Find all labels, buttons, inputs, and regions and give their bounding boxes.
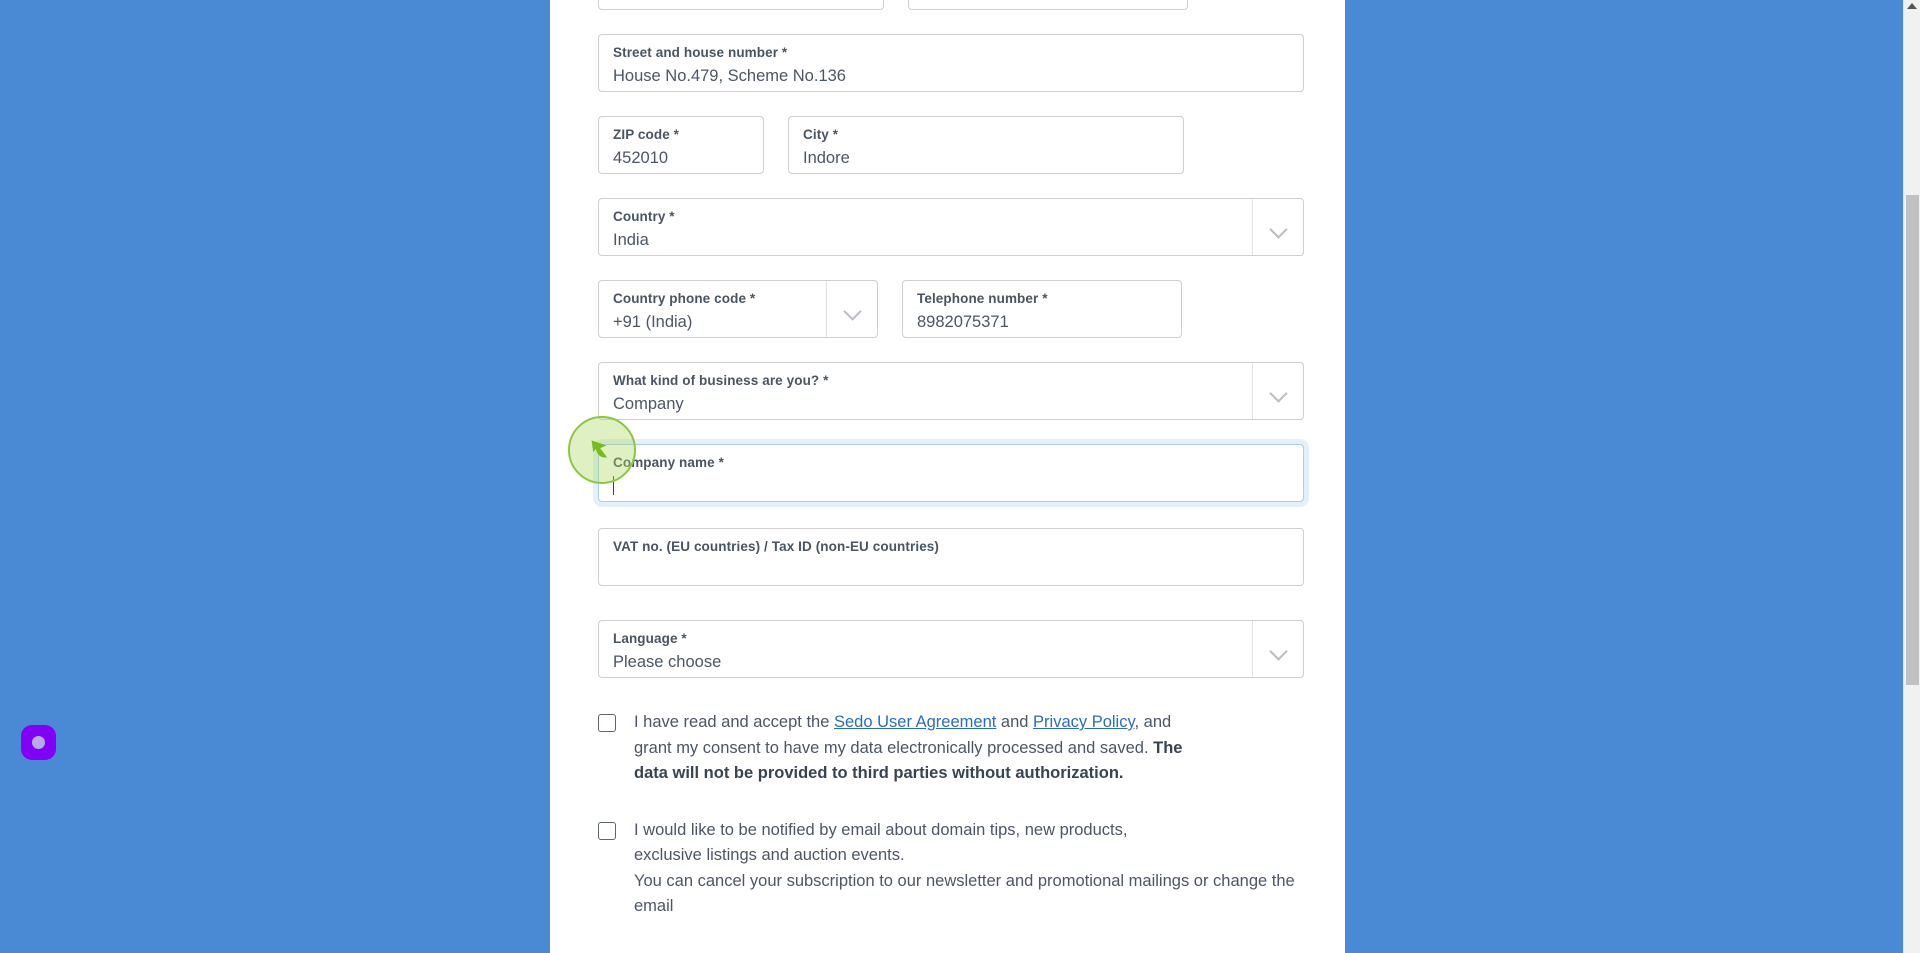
first-name-field[interactable]: Sophia: [598, 0, 884, 10]
browser-viewport: Sophia Parker Street and house number * …: [0, 0, 1920, 953]
name-row: Sophia Parker: [598, 0, 1304, 10]
language-chevron-down-icon[interactable]: [1252, 621, 1303, 677]
vat-field[interactable]: VAT no. (EU countries) / Tax ID (non-EU …: [598, 528, 1304, 586]
registration-form: Sophia Parker Street and house number * …: [598, 0, 1304, 920]
street-field[interactable]: Street and house number * House No.479, …: [598, 34, 1304, 92]
telephone-field[interactable]: Telephone number * 8982075371: [902, 280, 1182, 338]
newsletter-checkbox[interactable]: [598, 821, 616, 840]
zip-field[interactable]: ZIP code * 452010: [598, 116, 764, 174]
consent-text-between: and: [996, 713, 1034, 731]
scrollbar-thumb[interactable]: [1906, 195, 1919, 685]
newsletter-text-block: I would like to be notified by email abo…: [634, 818, 1304, 920]
chevron-down-icon: [1271, 387, 1286, 396]
first-name-value: Sophia: [613, 0, 869, 2]
last-name-field[interactable]: Parker: [908, 0, 1188, 10]
language-select[interactable]: Language * Please choose: [598, 620, 1304, 678]
chevron-down-icon: [1271, 223, 1286, 232]
privacy-policy-link[interactable]: Privacy Policy: [1033, 713, 1134, 731]
newsletter-sub-text: You can cancel your subscription to our …: [634, 871, 1295, 916]
company-name-field[interactable]: Company name *: [598, 444, 1304, 502]
phone-code-chevron-down-icon[interactable]: [826, 281, 877, 337]
newsletter-row: I would like to be notified by email abo…: [598, 818, 1304, 920]
consent-checkbox[interactable]: [598, 714, 616, 732]
chat-widget-dot: [32, 736, 45, 749]
scroll-up-arrow-icon[interactable]: [1907, 3, 1917, 9]
telephone-value: 8982075371: [917, 313, 1009, 331]
chat-widget-icon[interactable]: [21, 725, 56, 760]
street-label: Street and house number *: [613, 45, 788, 60]
sedo-user-agreement-link[interactable]: Sedo User Agreement: [834, 713, 996, 731]
telephone-label: Telephone number *: [917, 291, 1048, 306]
text-cursor: [613, 476, 614, 495]
phone-code-select-main: Country phone code * +91 (India): [599, 281, 826, 337]
chevron-down-icon: [1271, 645, 1286, 654]
language-label: Language *: [613, 631, 687, 646]
consent-row: I have read and accept the Sedo User Agr…: [598, 710, 1304, 787]
country-select-main: Country * India: [599, 199, 1252, 255]
chevron-down-icon: [845, 305, 860, 314]
business-kind-select-main: What kind of business are you? * Company: [599, 363, 1252, 419]
country-value: India: [613, 231, 649, 249]
business-kind-chevron-down-icon[interactable]: [1252, 363, 1303, 419]
zip-city-row: ZIP code * 452010 City * Indore: [598, 116, 1304, 174]
page-scrollbar[interactable]: [1903, 0, 1920, 953]
newsletter-text: I would like to be notified by email abo…: [634, 820, 1128, 865]
company-name-value: [613, 474, 1289, 498]
language-value: Please choose: [613, 653, 722, 671]
language-select-main: Language * Please choose: [599, 621, 1252, 677]
zip-value: 452010: [613, 149, 669, 167]
vat-label: VAT no. (EU countries) / Tax ID (non-EU …: [613, 539, 940, 554]
business-kind-value: Company: [613, 395, 684, 413]
business-kind-select[interactable]: What kind of business are you? * Company: [598, 362, 1304, 420]
consent-text: I have read and accept the Sedo User Agr…: [634, 710, 1190, 787]
city-value: Indore: [803, 149, 850, 167]
phone-row: Country phone code * +91 (India) Telepho…: [598, 280, 1304, 338]
business-kind-label: What kind of business are you? *: [613, 373, 829, 388]
city-field[interactable]: City * Indore: [788, 116, 1184, 174]
phone-code-value: +91 (India): [613, 313, 693, 331]
consent-text-before: I have read and accept the: [634, 713, 834, 731]
country-label: Country *: [613, 209, 675, 224]
street-value: House No.479, Scheme No.136: [613, 67, 846, 85]
city-label: City *: [803, 127, 839, 142]
country-chevron-down-icon[interactable]: [1252, 199, 1303, 255]
country-select[interactable]: Country * India: [598, 198, 1304, 256]
country-phone-code-select[interactable]: Country phone code * +91 (India): [598, 280, 878, 338]
phone-code-label: Country phone code *: [613, 291, 756, 306]
zip-label: ZIP code *: [613, 127, 680, 142]
company-name-label: Company name *: [613, 455, 724, 470]
last-name-value: Parker: [923, 0, 1173, 2]
